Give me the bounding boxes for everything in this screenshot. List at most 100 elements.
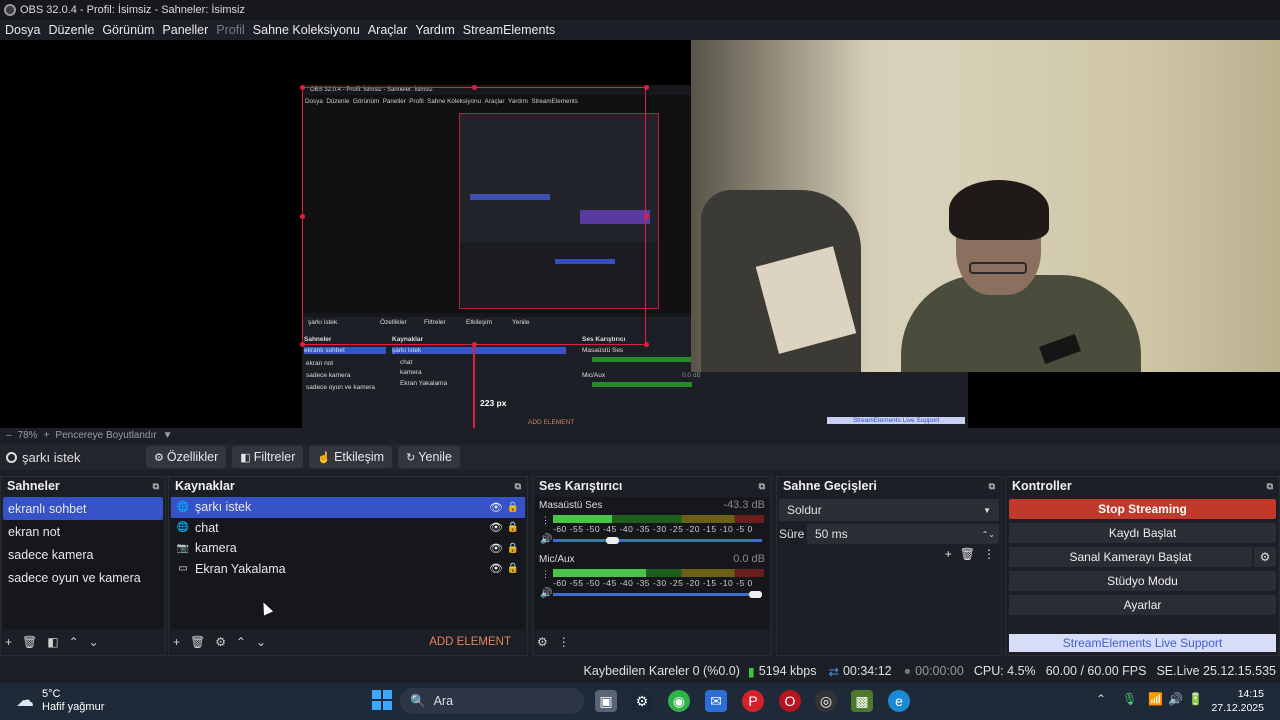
menu-profil[interactable]: Profil <box>216 23 244 37</box>
volume-knob[interactable] <box>749 591 762 598</box>
refresh-button[interactable]: ↻ Yenile <box>398 446 460 468</box>
trash-icon[interactable]: 🗑 <box>960 547 975 561</box>
kebab-menu-icon[interactable]: ⋮ <box>541 515 550 526</box>
lock-icon[interactable]: 🔒 <box>507 543 519 554</box>
weather-temp: 5°C <box>42 688 61 700</box>
transition-select[interactable]: Soldur ▼ <box>779 499 999 521</box>
eye-icon[interactable]: 👁 <box>489 501 503 514</box>
edge-icon[interactable]: e <box>888 690 910 712</box>
resize-handle[interactable] <box>300 85 305 90</box>
speaker-icon[interactable]: 🔊 <box>540 588 552 599</box>
volume-icon[interactable]: 🔊 <box>1168 692 1183 706</box>
volume-slider[interactable] <box>553 593 762 596</box>
lock-icon[interactable]: 🔒 <box>507 563 519 574</box>
preview-canvas[interactable]: OBS 32.0.4 - Profil: İsimsiz - Sahneler:… <box>0 40 1280 428</box>
xbox-icon[interactable]: ◉ <box>668 690 690 712</box>
clock-time[interactable]: 14:15 <box>1214 688 1264 700</box>
gear-icon[interactable]: ⚙ <box>215 635 226 649</box>
task-view-icon[interactable]: ▣ <box>595 690 617 712</box>
add-icon[interactable]: + <box>5 635 12 649</box>
menu-duzenle[interactable]: Düzenle <box>48 23 94 37</box>
opera-icon[interactable]: O <box>779 690 801 712</box>
speaker-icon[interactable]: 🔊 <box>540 534 552 545</box>
battery-icon[interactable]: 🔋 <box>1188 692 1203 706</box>
menu-yardim[interactable]: Yardım <box>415 23 454 37</box>
source-item[interactable]: 🌐 chat 👁 🔒 <box>171 518 525 539</box>
wifi-icon[interactable]: 📶 <box>1148 692 1163 706</box>
resize-handle[interactable] <box>300 214 305 219</box>
settings-button[interactable]: Ayarlar <box>1009 595 1276 615</box>
add-icon[interactable]: + <box>173 635 180 649</box>
scene-item[interactable]: ekranlı sohbet <box>3 497 163 520</box>
pinterest-icon[interactable]: P <box>742 690 764 712</box>
volume-slider[interactable] <box>553 539 762 542</box>
arrow-up-icon[interactable]: ⌃ <box>236 635 246 649</box>
scene-item[interactable]: ekran not <box>3 520 163 543</box>
minecraft-icon[interactable]: ▩ <box>851 690 873 712</box>
stop-streaming-button[interactable]: Stop Streaming <box>1009 499 1276 519</box>
studio-mode-button[interactable]: Stüdyo Modu <box>1009 571 1276 591</box>
menu-streamelements[interactable]: StreamElements <box>463 23 555 37</box>
spinner-icon[interactable]: ⌃⌄ <box>982 530 995 539</box>
menu-dosya[interactable]: Dosya <box>5 23 40 37</box>
arrow-down-icon[interactable]: ⌄ <box>256 635 266 649</box>
source-item[interactable]: 📷 kamera 👁 🔒 <box>171 538 525 559</box>
eye-icon[interactable]: 👁 <box>489 562 503 575</box>
properties-button[interactable]: ⚙ Özellikler <box>146 446 227 468</box>
arrow-down-icon[interactable]: ⌄ <box>89 635 99 649</box>
filters-button[interactable]: ◧ Filtreler <box>232 446 304 468</box>
lock-icon[interactable]: 🔒 <box>507 502 519 513</box>
lock-icon[interactable]: 🔒 <box>507 522 519 533</box>
resize-handle[interactable] <box>644 85 649 90</box>
arrow-up-icon[interactable]: ⌃ <box>69 635 79 649</box>
kebab-menu-icon[interactable]: ⋮ <box>558 635 570 649</box>
search-box[interactable]: 🔍 Ara <box>400 688 584 714</box>
start-icon[interactable] <box>372 690 392 710</box>
clock-date[interactable]: 27.12.2025 <box>1208 702 1264 714</box>
source-item[interactable]: ▭ Ekran Yakalama 👁 🔒 <box>171 559 525 580</box>
chevron-up-icon[interactable]: ⌃ <box>1096 692 1106 706</box>
gear-icon[interactable]: ⚙ <box>537 635 548 649</box>
menu-sahne-koleksiyonu[interactable]: Sahne Koleksiyonu <box>253 23 360 37</box>
start-recording-button[interactable]: Kaydı Başlat <box>1009 523 1276 543</box>
menu-araclar[interactable]: Araçlar <box>368 23 408 37</box>
zoom-collapse-icon[interactable]: – <box>6 430 12 441</box>
eye-icon[interactable]: 👁 <box>489 542 503 555</box>
eye-icon[interactable]: 👁 <box>489 521 503 534</box>
resize-handle[interactable] <box>644 214 649 219</box>
kebab-menu-icon[interactable]: ⋮ <box>541 569 550 580</box>
undock-icon[interactable]: ⧉ <box>515 481 521 492</box>
undock-icon[interactable]: ⧉ <box>153 481 159 492</box>
undock-icon[interactable]: ⧉ <box>759 481 765 492</box>
undock-icon[interactable]: ⧉ <box>989 481 995 492</box>
outlook-icon[interactable]: ✉ <box>705 690 727 712</box>
zoom-plus-icon[interactable]: + <box>44 430 50 441</box>
resize-handle[interactable] <box>644 342 649 347</box>
add-icon[interactable]: + <box>945 547 952 561</box>
weather-icon[interactable]: ☁ <box>16 690 34 711</box>
start-virtual-camera-button[interactable]: Sanal Kamerayı Başlat <box>1009 547 1252 567</box>
add-element-button[interactable]: ADD ELEMENT <box>429 636 511 648</box>
source-item[interactable]: 🌐 şarkı istek 👁 🔒 <box>171 497 525 518</box>
kebab-menu-icon[interactable]: ⋮ <box>983 547 995 561</box>
trash-icon[interactable]: 🗑 <box>22 635 37 649</box>
steam-icon[interactable]: ⚙ <box>631 690 653 712</box>
resize-handle[interactable] <box>300 342 305 347</box>
duration-input[interactable]: 50 ms ⌃⌄ <box>807 524 999 544</box>
resize-handle[interactable] <box>472 342 477 347</box>
volume-knob[interactable] <box>605 537 619 544</box>
menu-gorunum[interactable]: Görünüm <box>102 23 154 37</box>
trash-icon[interactable]: 🗑 <box>190 635 205 649</box>
filter-icon[interactable]: ◧ <box>47 635 58 649</box>
scene-item[interactable]: sadece oyun ve kamera <box>3 566 163 589</box>
streamelements-support-button[interactable]: StreamElements Live Support <box>1009 634 1276 652</box>
menu-paneller[interactable]: Paneller <box>162 23 208 37</box>
undock-icon[interactable]: ⧉ <box>1267 481 1273 492</box>
gear-icon[interactable]: ⚙ <box>1254 547 1276 567</box>
scene-item[interactable]: sadece kamera <box>3 543 163 566</box>
obs-icon[interactable]: ◎ <box>815 690 837 712</box>
resize-handle[interactable] <box>472 85 477 90</box>
interact-button[interactable]: ☝ Etkileşim <box>309 446 393 468</box>
microphone-icon[interactable]: 🎙 <box>1122 692 1137 706</box>
chevron-down-icon[interactable]: ▼ <box>163 430 173 441</box>
